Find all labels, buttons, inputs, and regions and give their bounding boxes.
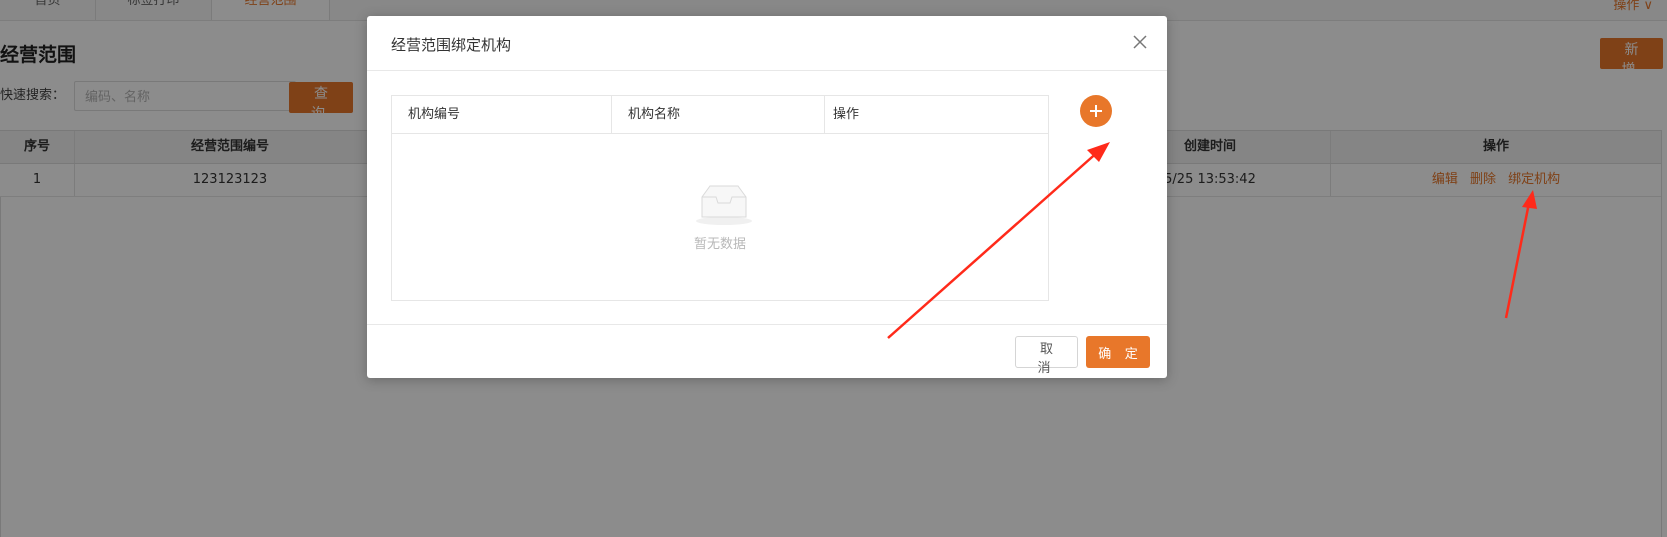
divider	[367, 324, 1167, 325]
add-organization-button[interactable]	[1080, 95, 1112, 127]
empty-inbox-icon	[696, 185, 752, 225]
close-icon[interactable]	[1129, 31, 1151, 53]
dialog-title: 经营范围绑定机构	[391, 36, 512, 54]
table-header: 机构编号 机构名称 操作	[392, 96, 1048, 134]
column-header: 机构名称	[612, 96, 825, 133]
plus-icon	[1090, 105, 1102, 117]
divider	[367, 70, 1167, 71]
organization-table: 机构编号 机构名称 操作 暂无数据	[391, 95, 1049, 301]
confirm-button[interactable]: 确 定	[1086, 336, 1150, 368]
column-header: 机构编号	[392, 96, 612, 133]
empty-text: 暂无数据	[693, 237, 746, 252]
cancel-button[interactable]: 取 消	[1015, 336, 1078, 375]
bind-organization-dialog: 经营范围绑定机构 机构编号 机构名称 操作 暂无数据 取 消 确 定	[367, 16, 1167, 378]
column-header: 操作	[833, 107, 860, 122]
